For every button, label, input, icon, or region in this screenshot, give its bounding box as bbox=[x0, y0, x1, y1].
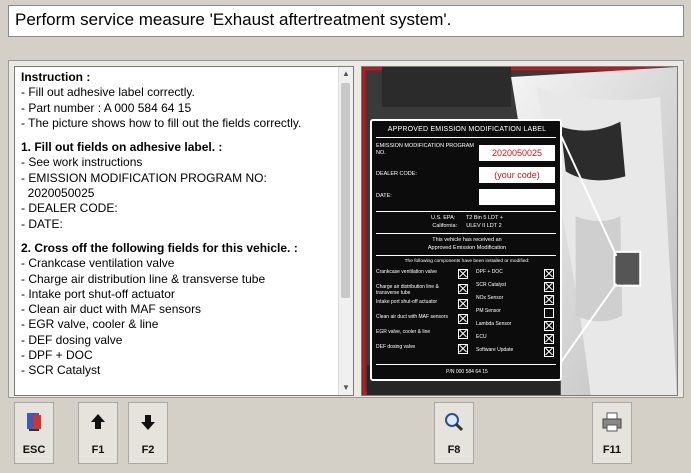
instruction-line: - Clean air duct with MAF sensors bbox=[21, 302, 202, 317]
divider bbox=[376, 255, 556, 256]
checked-box-icon bbox=[458, 284, 468, 294]
program-value: 2020050025 bbox=[479, 145, 555, 161]
arrow-down-icon bbox=[129, 411, 167, 433]
checked-box-icon bbox=[544, 334, 554, 344]
install-line-1: This vehicle has received an bbox=[432, 237, 502, 243]
instruction-line: Instruction : bbox=[21, 70, 91, 84]
instruction-line: - DEALER CODE: bbox=[21, 201, 118, 216]
dealer-value: (your code) bbox=[479, 167, 555, 183]
component-label: Software Update bbox=[476, 347, 514, 353]
checked-box-icon bbox=[458, 299, 468, 309]
component-label: EGR valve, cooler & line bbox=[376, 329, 431, 335]
label-title: APPROVED EMISSION MODIFICATION LABEL bbox=[387, 126, 547, 133]
divider bbox=[376, 137, 556, 138]
instruction-line: - DPF + DOC bbox=[21, 348, 93, 363]
page-title: Perform service measure 'Exhaust aftertr… bbox=[15, 10, 452, 29]
title-bar: Perform service measure 'Exhaust aftertr… bbox=[8, 5, 684, 37]
instruction-line: - Fill out adhesive label correctly. bbox=[21, 85, 195, 100]
instruction-line: 2020050025 bbox=[21, 186, 95, 201]
epa-line: U.S. EPA: T2 Bin 5 LDT + bbox=[431, 215, 503, 221]
program-label: EMISSION MODIFICATION PROGRAM NO. bbox=[376, 143, 474, 156]
instruction-line: - DATE: bbox=[21, 216, 63, 231]
component-label: PM Sensor bbox=[476, 308, 501, 314]
instruction-line: - The picture shows how to fill out the … bbox=[21, 115, 302, 130]
component-label: Crankcase ventilation valve bbox=[376, 269, 437, 275]
checked-box-icon bbox=[544, 269, 554, 279]
checked-box-icon bbox=[458, 269, 468, 279]
checked-box-icon bbox=[458, 329, 468, 339]
component-label: SCR Catalyst bbox=[476, 282, 507, 288]
button-label: F1 bbox=[91, 444, 105, 456]
esc-button[interactable]: ESC bbox=[14, 402, 54, 464]
exit-door-icon bbox=[15, 411, 53, 433]
divider bbox=[376, 211, 556, 212]
f2-button[interactable]: F2 bbox=[128, 402, 168, 464]
component-label: Lambda Sensor bbox=[476, 321, 512, 327]
button-label: F8 bbox=[447, 444, 461, 456]
instruction-line: - Crankcase ventilation valve bbox=[21, 256, 175, 271]
scrollbar-thumb[interactable] bbox=[341, 83, 350, 298]
instruction-line: - Part number : A 000 584 64 15 bbox=[21, 100, 192, 115]
instruction-line: 1. Fill out fields on adhesive label. : bbox=[21, 140, 223, 155]
instruction-line: - Intake port shut-off actuator bbox=[21, 286, 175, 301]
date-label: DATE: bbox=[376, 193, 392, 199]
f8-button[interactable]: F8 bbox=[434, 402, 474, 464]
component-label: NOx Sensor bbox=[476, 295, 504, 301]
checked-box-icon bbox=[458, 314, 468, 324]
magnifier-icon bbox=[435, 411, 473, 433]
instruction-panel: Instruction :- Fill out adhesive label c… bbox=[14, 66, 354, 396]
component-label: Intake port shut-off actuator bbox=[376, 299, 438, 305]
install-line-2: Approved Emission Modification bbox=[427, 245, 507, 251]
checked-box-icon bbox=[544, 282, 554, 292]
label-footer: P/N 000 584 64 15 bbox=[446, 369, 488, 375]
instruction-text: Instruction :- Fill out adhesive label c… bbox=[15, 67, 353, 379]
button-label: F2 bbox=[141, 444, 155, 456]
checked-box-icon bbox=[544, 321, 554, 331]
emission-label: APPROVED EMISSION MODIFICATION LABEL EMI… bbox=[370, 119, 562, 381]
component-label: Charge air distribution line & transvers… bbox=[376, 284, 439, 296]
instruction-line: - EMISSION MODIFICATION PROGRAM NO: bbox=[21, 170, 267, 185]
divider bbox=[376, 364, 556, 365]
label-image-panel: APPROVED EMISSION MODIFICATION LABEL EMI… bbox=[361, 66, 678, 396]
divider bbox=[376, 233, 556, 234]
checked-box-icon bbox=[544, 347, 554, 357]
instruction-line: - Charge air distribution line & transve… bbox=[21, 271, 266, 286]
instruction-line: - See work instructions bbox=[21, 155, 143, 170]
component-label: ECU bbox=[476, 334, 487, 340]
printer-icon bbox=[593, 411, 631, 433]
date-value bbox=[479, 189, 555, 205]
instruction-line: 2. Cross off the following fields for th… bbox=[21, 240, 298, 255]
instruction-line: - EGR valve, cooler & line bbox=[21, 317, 159, 332]
instruction-line: - DEF dosing valve bbox=[21, 332, 123, 347]
empty-box-icon bbox=[544, 308, 554, 318]
component-label: Clean air duct with MAF sensors bbox=[376, 314, 448, 320]
dealer-label: DEALER CODE: bbox=[376, 171, 417, 177]
f11-button[interactable]: F11 bbox=[592, 402, 632, 464]
component-label: DPF + DOC bbox=[476, 269, 503, 275]
instruction-scrollbar[interactable]: ▲ ▼ bbox=[338, 67, 353, 395]
checked-box-icon bbox=[458, 344, 468, 354]
scroll-up-icon[interactable]: ▲ bbox=[339, 67, 353, 81]
california-line: California: ULEV II LDT 2 bbox=[432, 223, 502, 229]
scroll-down-icon[interactable]: ▼ bbox=[339, 381, 353, 395]
arrow-up-icon bbox=[79, 411, 117, 433]
f1-button[interactable]: F1 bbox=[78, 402, 118, 464]
checked-box-icon bbox=[544, 295, 554, 305]
button-label: ESC bbox=[22, 444, 46, 456]
instruction-line: - SCR Catalyst bbox=[21, 363, 101, 378]
component-label: DEF dosing valve bbox=[376, 344, 416, 350]
button-label: F11 bbox=[602, 444, 622, 456]
components-intro: The following components have been insta… bbox=[404, 259, 530, 264]
